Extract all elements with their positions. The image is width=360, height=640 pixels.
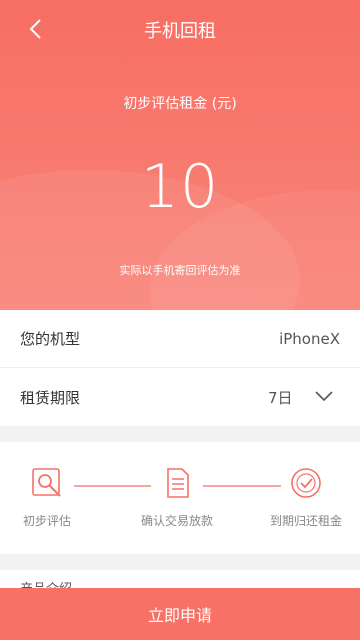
step-label: 到期归还租金: [269, 514, 342, 528]
estimate-note: 实际以手机寄回评估为准: [119, 264, 241, 277]
step-label: 初步评估: [22, 514, 71, 528]
estimate-header: 手机回租 初步评估租金 (元) 10 实际以手机寄回评估为准: [0, 0, 360, 310]
model-label: 您的机型: [20, 330, 81, 348]
process-steps: 初步评估 确认交易放款 到期归还租金: [0, 442, 360, 554]
apply-button[interactable]: 立即申请: [0, 588, 360, 640]
chevron-down-icon: [315, 391, 333, 402]
page-title: 手机回租: [144, 21, 216, 42]
model-value: iPhoneX: [279, 329, 340, 348]
step-return: 到期归还租金: [256, 466, 356, 529]
step-estimate: 初步评估: [0, 466, 97, 529]
period-selector[interactable]: 租赁期限 7日: [0, 368, 360, 426]
magnifier-icon: [32, 468, 61, 497]
rental-info: 您的机型 iPhoneX 租赁期限 7日: [0, 310, 360, 426]
model-row: 您的机型 iPhoneX: [0, 310, 360, 368]
step-confirm: 确认交易放款: [127, 466, 227, 529]
document-icon: [167, 468, 189, 498]
step-label: 确认交易放款: [140, 514, 213, 528]
estimate-label: 初步评估租金 (元): [123, 96, 237, 112]
check-circle-icon: [291, 468, 321, 498]
estimate-amount: 10: [140, 152, 220, 222]
period-label: 租赁期限: [20, 388, 81, 407]
period-value: 7日: [268, 388, 293, 407]
